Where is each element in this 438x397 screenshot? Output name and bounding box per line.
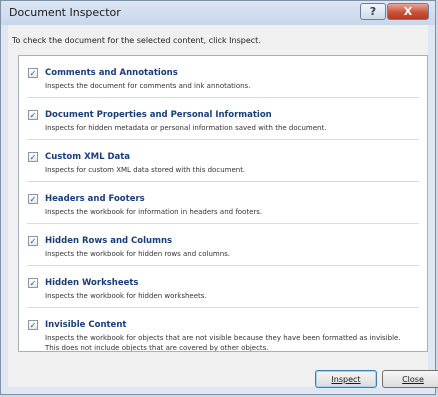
item-title: Custom XML Data (45, 152, 131, 162)
divider (27, 139, 419, 140)
close-button[interactable]: Close (382, 370, 438, 388)
headers-footers-checkbox[interactable]: ✓ (28, 194, 38, 204)
title-buttons: ? X (360, 3, 429, 20)
item-description: Inspects the workbook for objects that a… (45, 334, 401, 352)
divider (27, 223, 419, 224)
divider (27, 97, 419, 98)
comments-checkbox[interactable]: ✓ (28, 68, 38, 78)
inspection-list: ✓ Comments and Annotations Inspects the … (18, 55, 428, 352)
item-title: Invisible Content (45, 320, 127, 330)
divider (27, 265, 419, 266)
instruction-text: To check the document for the selected c… (12, 36, 261, 45)
item-title: Document Properties and Personal Informa… (45, 110, 272, 120)
item-title: Hidden Worksheets (45, 278, 139, 288)
inspect-button[interactable]: Inspect (315, 370, 377, 388)
hidden-rows-columns-checkbox[interactable]: ✓ (28, 236, 38, 246)
title-bar: Document Inspector ? X (1, 1, 435, 25)
item-title: Headers and Footers (45, 194, 145, 204)
item-description: Inspects the workbook for information in… (45, 208, 263, 216)
item-description: Inspects the workbook for hidden workshe… (45, 292, 207, 300)
document-properties-checkbox[interactable]: ✓ (28, 110, 38, 120)
item-description: Inspects the workbook for hidden rows an… (45, 250, 231, 258)
item-description: Inspects for hidden metadata or personal… (45, 124, 327, 132)
item-title: Hidden Rows and Columns (45, 236, 173, 246)
custom-xml-checkbox[interactable]: ✓ (28, 152, 38, 162)
dialog-body: To check the document for the selected c… (8, 25, 438, 388)
item-title: Comments and Annotations (45, 68, 178, 78)
help-button[interactable]: ? (360, 3, 386, 20)
window-close-button[interactable]: X (387, 3, 429, 20)
invisible-content-checkbox[interactable]: ✓ (28, 320, 38, 330)
item-description: Inspects the document for comments and i… (45, 82, 251, 90)
item-description: Inspects for custom XML data stored with… (45, 166, 246, 174)
divider (27, 181, 419, 182)
divider (27, 307, 419, 308)
dialog-title: Document Inspector (9, 6, 121, 19)
document-inspector-dialog: Document Inspector ? X To check the docu… (0, 0, 438, 395)
hidden-worksheets-checkbox[interactable]: ✓ (28, 278, 38, 288)
